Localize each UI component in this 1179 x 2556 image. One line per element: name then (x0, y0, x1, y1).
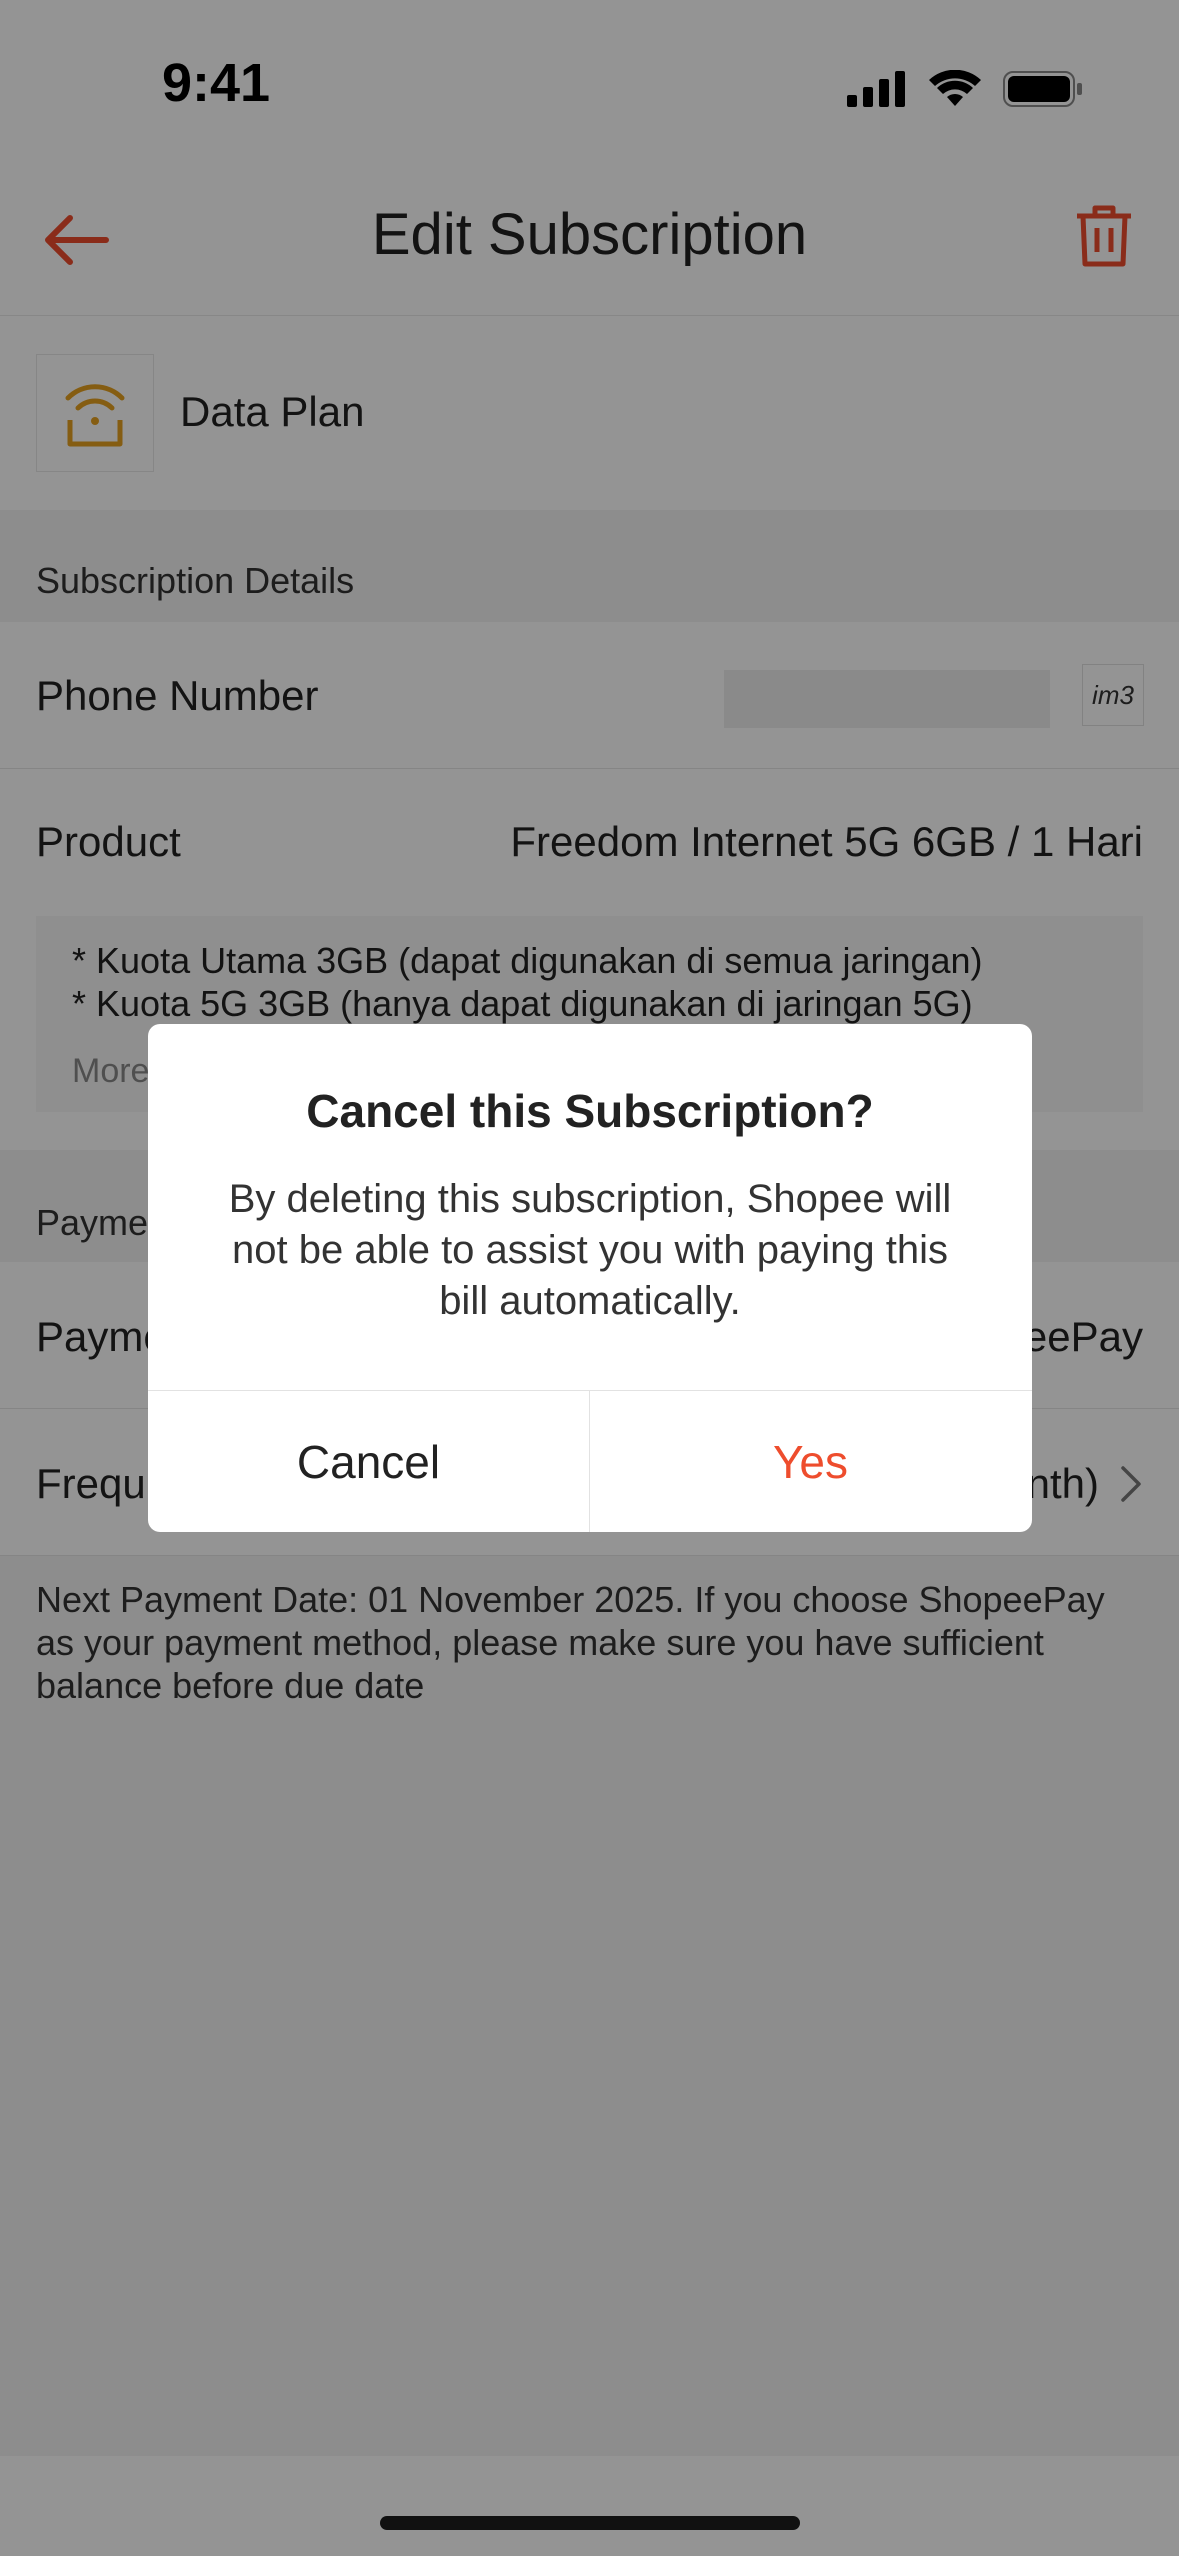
cancel-subscription-dialog: Cancel this Subscription? By deleting th… (148, 1024, 1032, 1532)
dialog-title: Cancel this Subscription? (306, 1085, 874, 1137)
cancel-button[interactable]: Cancel (148, 1391, 589, 1532)
yes-button[interactable]: Yes (590, 1391, 1031, 1532)
dialog-message: By deleting this subscription, Shopee wi… (228, 1177, 952, 1323)
home-indicator[interactable] (380, 2516, 800, 2530)
